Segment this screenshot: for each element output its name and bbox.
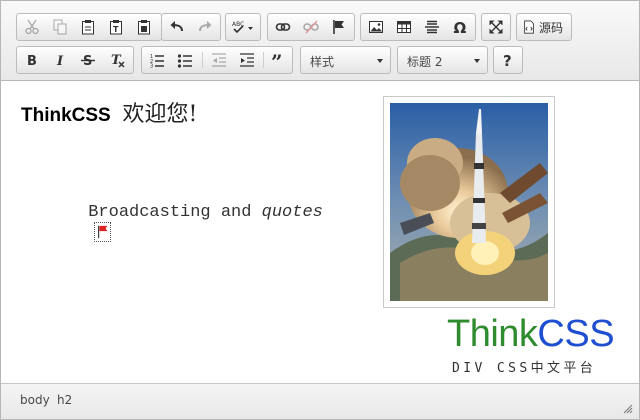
help-icon[interactable]: ? (495, 48, 521, 72)
strikethrough-icon[interactable]: S (75, 48, 101, 72)
basic-styles-group: B I S T (16, 46, 134, 74)
insert-group: Ω (360, 13, 476, 41)
remove-format-icon[interactable]: T (105, 48, 131, 72)
source-group: 源码 (516, 13, 572, 41)
separator (263, 52, 264, 68)
list-indent-group: 123 ” (141, 46, 293, 74)
svg-text:Ω: Ω (454, 19, 467, 35)
numbered-list-icon[interactable]: 123 (144, 48, 170, 72)
cut-icon[interactable] (19, 15, 45, 39)
rich-text-editor: T ABC Ω 源码 B I T 1 2 3 ” 样式 标题 2 ? Think… (0, 0, 640, 420)
svg-text:3: 3 (150, 64, 153, 69)
chevron-down-icon (377, 59, 383, 63)
paragraph-italic: quotes (261, 203, 323, 222)
thinkcss-logo: ThinkCSS DIV CSS中文平台 (447, 314, 617, 376)
redo-icon[interactable] (192, 15, 218, 39)
paragraph-text: Broadcasting and (88, 203, 262, 222)
elements-path-h2[interactable]: h2 (57, 393, 72, 407)
toolbar: T ABC Ω 源码 B I T 1 2 3 ” 样式 标题 2 ? (1, 1, 639, 81)
link-icon[interactable] (270, 15, 296, 39)
svg-text:T: T (113, 25, 119, 34)
heading-latin: ThinkCSS (21, 105, 111, 126)
image-icon[interactable] (363, 15, 389, 39)
editor-content[interactable]: ThinkCSS 欢迎您! Broadcasting and quotes Th… (1, 82, 639, 383)
styles-dropdown-value: 样式 (310, 55, 335, 69)
unlink-icon[interactable] (298, 15, 324, 39)
logo-wordmark: ThinkCSS (447, 314, 617, 354)
rocket-launch-image[interactable] (383, 96, 555, 308)
chevron-down-icon (474, 59, 480, 63)
elements-path-bar: body h2 (1, 383, 639, 419)
svg-text:I: I (56, 54, 64, 68)
logo-css: CSS (537, 313, 615, 355)
paragraph: Broadcasting and quotes (27, 184, 323, 297)
bold-icon[interactable]: B (19, 48, 45, 72)
anchor-flag-icon[interactable] (326, 15, 352, 39)
source-icon (524, 20, 534, 34)
paste-from-word-icon[interactable] (131, 15, 157, 39)
decrease-indent-icon[interactable] (206, 48, 232, 72)
bulleted-list-icon[interactable] (172, 48, 198, 72)
paste-text-icon[interactable]: T (103, 15, 129, 39)
source-button[interactable]: 源码 (518, 15, 570, 39)
spellcheck-icon[interactable]: ABC (227, 15, 259, 39)
svg-text:B: B (27, 54, 37, 68)
resize-handle-icon[interactable] (623, 404, 633, 414)
spellcheck-group: ABC (225, 13, 261, 41)
styles-dropdown[interactable]: 样式 (300, 46, 391, 74)
clipboard-group: T (16, 13, 162, 41)
svg-text:?: ? (503, 52, 512, 68)
anchor-flag-icon[interactable] (94, 222, 112, 242)
heading-cjk: 欢迎您! (122, 102, 198, 127)
elements-path-body[interactable]: body (20, 393, 50, 407)
undo-group (161, 13, 221, 41)
special-char-omega-icon[interactable]: Ω (447, 15, 473, 39)
table-icon[interactable] (391, 15, 417, 39)
separator (202, 52, 203, 68)
link-group (267, 13, 355, 41)
svg-text:”: ” (271, 52, 283, 68)
help-group: ? (493, 46, 523, 74)
maximize-icon[interactable] (483, 15, 509, 39)
maximize-group (481, 13, 511, 41)
paste-icon[interactable] (75, 15, 101, 39)
copy-icon[interactable] (47, 15, 73, 39)
heading: ThinkCSS 欢迎您! (21, 96, 197, 128)
undo-icon[interactable] (164, 15, 190, 39)
horizontal-rule-icon[interactable] (419, 15, 445, 39)
blockquote-icon[interactable]: ” (266, 48, 292, 72)
logo-think: Think (447, 313, 538, 355)
logo-tagline: DIV CSS中文平台 (452, 361, 597, 376)
format-dropdown-value: 标题 2 (407, 55, 443, 69)
increase-indent-icon[interactable] (234, 48, 260, 72)
source-label: 源码 (539, 20, 564, 35)
format-dropdown[interactable]: 标题 2 (397, 46, 488, 74)
italic-icon[interactable]: I (47, 48, 73, 72)
